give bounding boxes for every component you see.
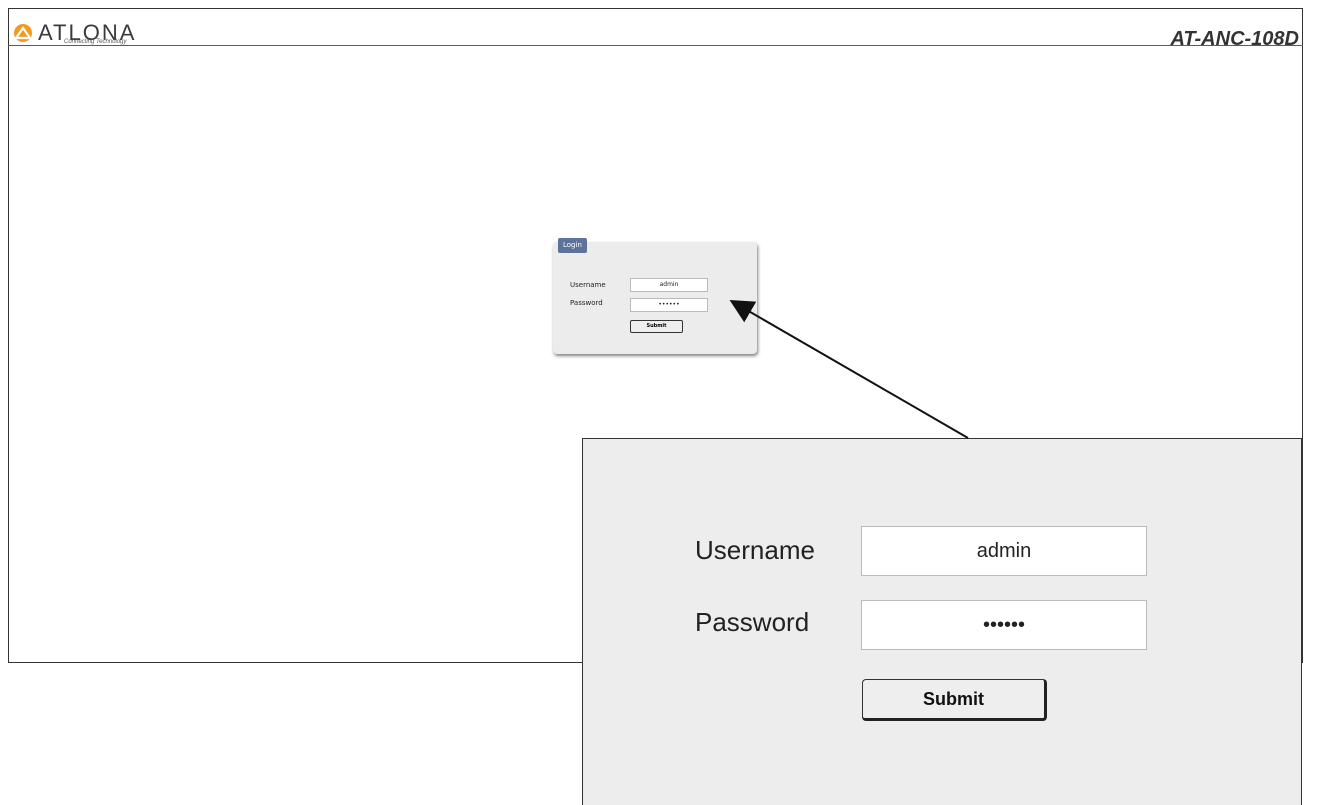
callout-arrow-icon bbox=[729, 299, 969, 439]
